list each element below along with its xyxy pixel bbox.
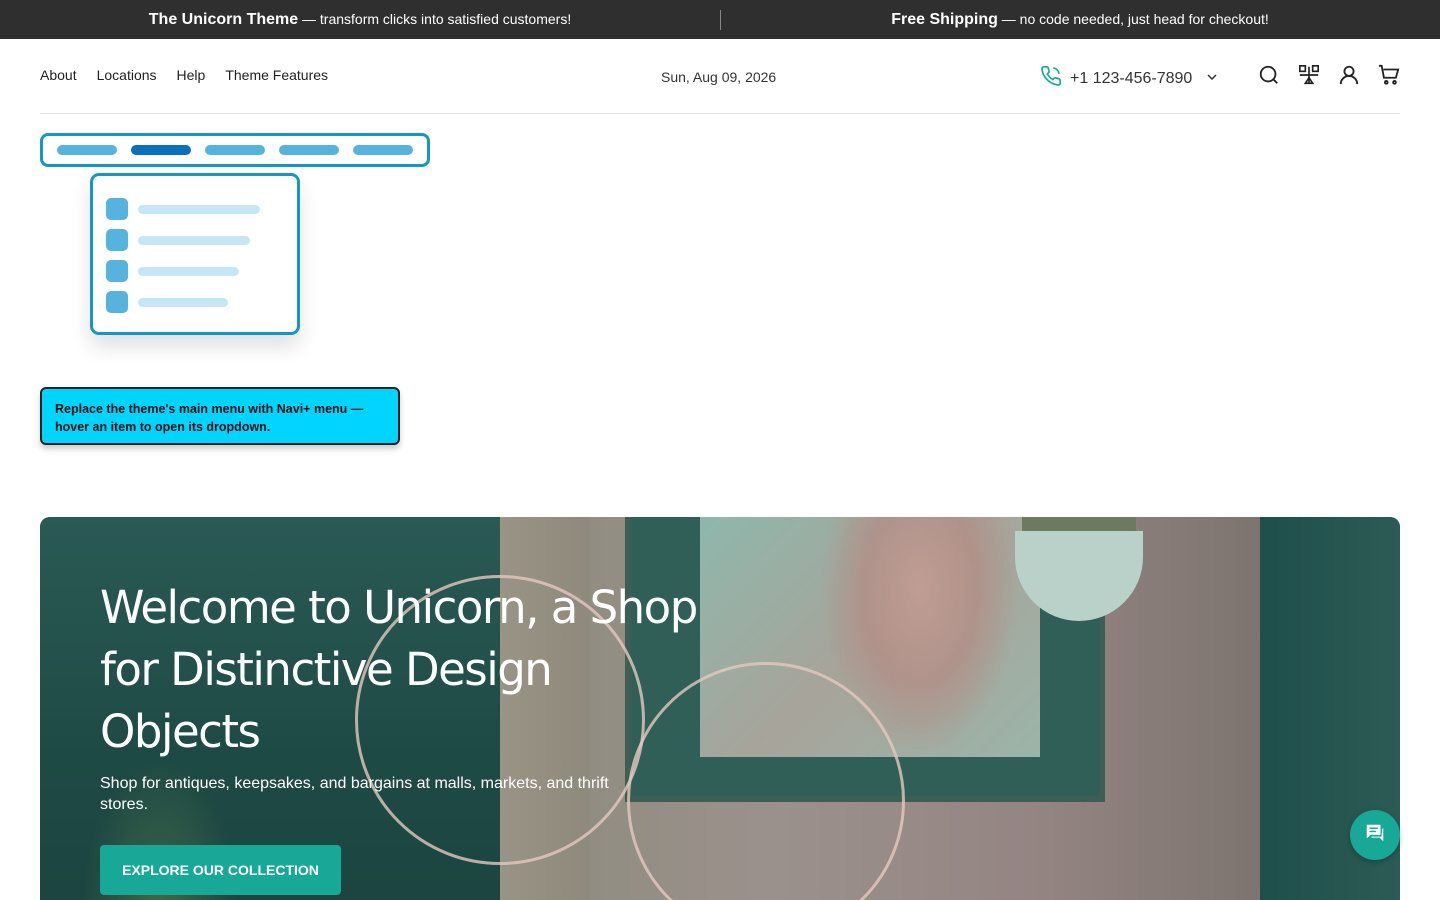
nav-item-theme-features[interactable]: Theme Features <box>225 67 328 83</box>
site-header: About Locations Help Theme Features Sun,… <box>40 39 1400 114</box>
navi-plus-tooltip: Replace the theme's main menu with Navi+… <box>40 387 400 445</box>
illustration-menu-item <box>353 145 413 155</box>
chat-icon <box>1364 822 1386 849</box>
phone-selector[interactable]: +1 123-456-7890 <box>1040 65 1218 92</box>
illustration-square <box>106 291 128 313</box>
illustration-menu-item <box>279 145 339 155</box>
announcement-right: Free Shipping — no code needed, just hea… <box>720 11 1440 29</box>
illustration-line <box>138 266 239 276</box>
menu-bar-illustration <box>40 133 430 167</box>
announcement-right-title: Free Shipping <box>891 10 998 28</box>
nav-item-about[interactable]: About <box>40 67 77 83</box>
nav-item-locations[interactable]: Locations <box>97 67 157 83</box>
announcement-bar: The Unicorn Theme — transform clicks int… <box>0 0 1440 39</box>
illustration-menu-item <box>205 145 265 155</box>
illustration-menu-item <box>57 145 117 155</box>
account-icon[interactable] <box>1338 63 1360 87</box>
nav-item-help[interactable]: Help <box>177 67 206 83</box>
announcement-divider <box>720 10 721 30</box>
compare-icon[interactable] <box>1298 63 1320 87</box>
cart-icon[interactable] <box>1378 63 1400 87</box>
illustration-square <box>106 260 128 282</box>
illustration-dropdown-row <box>106 229 297 251</box>
hero-subtitle: Shop for antiques, keepsakes, and bargai… <box>100 775 609 813</box>
hero-title: Welcome to Unicorn, a Shop for Distincti… <box>100 581 698 758</box>
illustration-square <box>106 198 128 220</box>
illustration-line <box>138 204 260 214</box>
illustration-dropdown-row <box>106 291 297 313</box>
header-icons <box>1258 63 1400 87</box>
announcement-left: The Unicorn Theme — transform clicks int… <box>0 11 720 29</box>
announcement-left-title: The Unicorn Theme <box>148 10 299 28</box>
chevron-down-icon <box>1206 70 1218 88</box>
dropdown-illustration <box>90 173 300 335</box>
illustration-menu-item-active <box>131 145 191 155</box>
chat-button[interactable] <box>1350 810 1400 860</box>
announcement-left-text: — transform clicks into satisfied custom… <box>298 10 572 27</box>
explore-collection-button[interactable]: EXPLORE OUR COLLECTION <box>100 845 341 895</box>
main-nav: About Locations Help Theme Features <box>40 67 328 83</box>
illustration-dropdown-row <box>106 260 297 282</box>
announcement-right-text: — no code needed, just head for checkout… <box>997 10 1269 27</box>
current-date: Sun, Aug 09, 2026 <box>661 69 777 85</box>
hero-banner: Welcome to Unicorn, a Shop for Distincti… <box>40 517 1400 900</box>
illustration-line <box>138 235 250 245</box>
phone-number: +1 123-456-7890 <box>1070 69 1193 87</box>
phone-icon <box>1040 65 1062 92</box>
illustration-dropdown-row <box>106 198 297 220</box>
illustration-square <box>106 229 128 251</box>
search-icon[interactable] <box>1258 63 1280 87</box>
illustration-line <box>138 297 228 307</box>
